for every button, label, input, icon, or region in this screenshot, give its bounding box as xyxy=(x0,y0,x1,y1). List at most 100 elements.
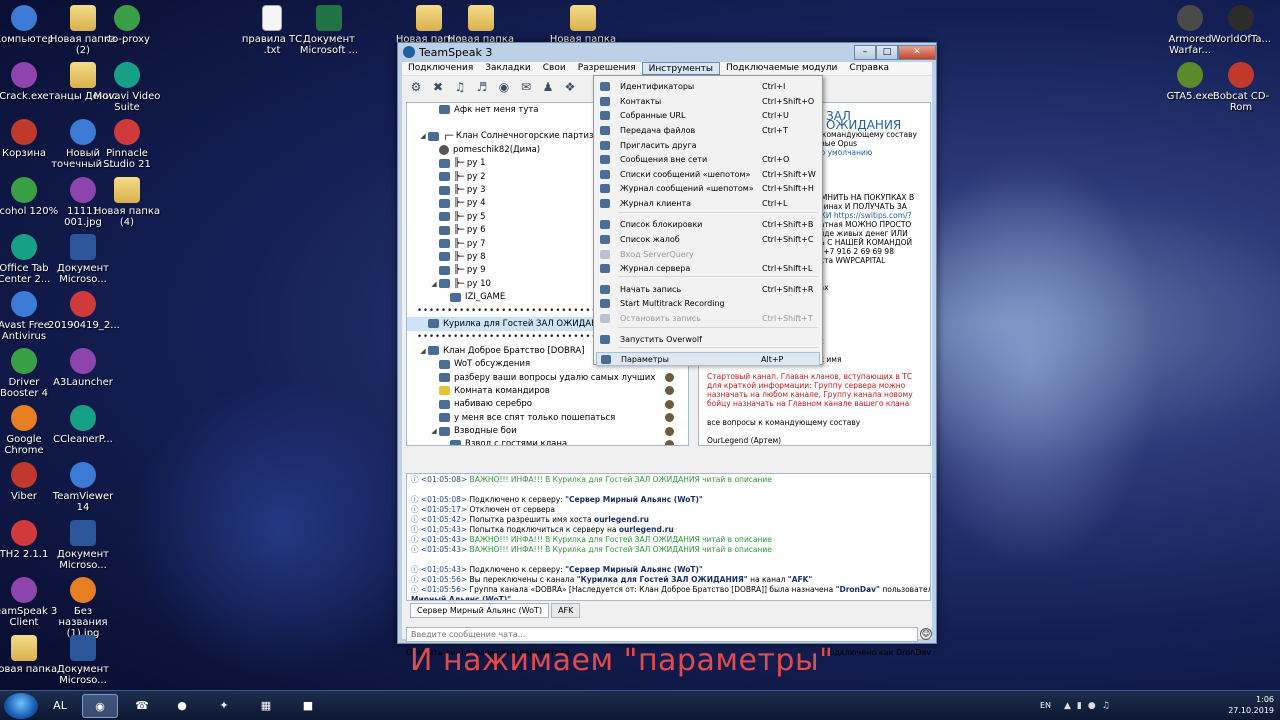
tree-row[interactable]: Взвод с гостями клана xyxy=(407,438,688,445)
chat-icon[interactable]: ✉ xyxy=(518,79,534,95)
start-button[interactable] xyxy=(4,693,38,719)
chat-input[interactable] xyxy=(406,627,918,642)
tree-row[interactable]: у меня все спят только пошепаться xyxy=(407,411,688,424)
desktop-icon[interactable]: Bobcat CD-Rom xyxy=(1206,62,1276,113)
desktop-icon[interactable]: Документ Microso... xyxy=(48,635,118,686)
tree-row[interactable]: набиваю серебро xyxy=(407,398,688,411)
desktop-icon-image xyxy=(114,119,140,145)
desktop-icon[interactable]: Документ Microso... xyxy=(48,234,118,285)
desktop-icon[interactable]: Документ Microso... xyxy=(48,520,118,571)
tree-row[interactable]: Комната командиров xyxy=(407,384,688,397)
menu-item[interactable]: Сообщения вне сети Ctrl+O xyxy=(596,152,820,166)
desktop-icon[interactable]: Новая папка (4) xyxy=(92,177,162,228)
disconnect-icon[interactable]: ✖ xyxy=(430,79,446,95)
menu-item[interactable]: Начать запись Ctrl+Shift+R xyxy=(596,282,820,296)
maximize-button[interactable]: □ xyxy=(876,44,898,60)
taskbar-app-icon[interactable]: ▦ xyxy=(248,694,284,718)
mute-speakers-icon[interactable]: ♬ xyxy=(474,79,490,95)
menu-item-label: Журнал клиента xyxy=(620,198,692,208)
desktop-icon[interactable]: Pinnacle Studio 21 xyxy=(92,119,162,170)
info-footer-line: MEDVEDb347(Александр (Татьяна) xyxy=(707,445,926,446)
menu-item[interactable]: Список жалоб Ctrl+Shift+C xyxy=(596,232,820,246)
desktop-icon[interactable]: Новая папка xyxy=(548,5,618,45)
taskbar-a3-icon[interactable]: AL xyxy=(42,694,78,718)
expand-icon[interactable]: ◢ xyxy=(429,280,439,288)
tree-row[interactable]: разберу ваши вопросы удалю самых лучших xyxy=(407,371,688,384)
window-titlebar[interactable]: TeamSpeak 3 – □ ✕ xyxy=(398,43,936,61)
tray-icons[interactable]: ▲▮●♫ xyxy=(1064,701,1116,711)
menu-7[interactable]: Справка xyxy=(843,62,895,75)
desktop-icon[interactable]: Movavi Video Suite xyxy=(92,62,162,113)
menu-item[interactable]: Списки сообщений «шепотом» Ctrl+Shift+W xyxy=(596,167,820,181)
channel-icon xyxy=(439,386,450,396)
tree-label: ╠─ ру 9 xyxy=(454,265,486,276)
desktop-icon[interactable]: Без названия (1).jpg xyxy=(48,577,118,639)
expand-icon[interactable]: ◢ xyxy=(418,347,428,355)
desktop-icon-label: Документ Microso... xyxy=(57,549,109,571)
taskbar-movavi-icon[interactable]: ✦ xyxy=(206,694,242,718)
menu-6[interactable]: Подключаемые модули xyxy=(720,62,843,75)
expand-icon[interactable]: ◢ xyxy=(418,132,428,140)
info-fragment: нные Opus xyxy=(815,139,858,148)
taskbar-recorder-icon[interactable]: ■ xyxy=(290,694,326,718)
taskbar-teamspeak-icon[interactable]: ◉ xyxy=(82,694,118,718)
chat-bold: "Курилка для Гостей ЗАЛ ОЖИДАНИЯ" xyxy=(576,575,748,584)
menu-item[interactable]: Контакты Ctrl+Shift+O xyxy=(596,94,820,108)
desktop-icon[interactable]: rto-proxy xyxy=(92,5,162,45)
chat-time: <01:05:43> xyxy=(420,525,468,534)
menu-item[interactable]: Собранные URL Ctrl+U xyxy=(596,108,820,122)
tree-label: у меня все спят только пошепаться xyxy=(454,412,616,423)
desktop-icon[interactable]: Документ Microsoft ... xyxy=(294,5,364,56)
channel-icon xyxy=(439,172,450,182)
tree-row[interactable]: ◢ Взводные бои xyxy=(407,424,688,437)
chat-line: ⓘ <01:05:43> Попытка подключиться к серв… xyxy=(411,525,926,535)
menu-item[interactable]: Журнал сообщений «шепотом» Ctrl+Shift+H xyxy=(596,181,820,195)
chat-bold: ourlegend.ru xyxy=(594,515,649,524)
contacts-icon[interactable]: ♟ xyxy=(540,79,556,95)
menu-item[interactable]: Журнал клиента Ctrl+L xyxy=(596,196,820,210)
whisper-icon[interactable]: ❖ xyxy=(562,79,578,95)
desktop-icon[interactable]: 20190419_2... xyxy=(48,291,120,331)
menu-item[interactable]: Пригласить друга xyxy=(596,138,820,152)
menu-item[interactable]: Идентификаторы Ctrl+I xyxy=(596,79,820,93)
menu-item[interactable]: Список блокировки Ctrl+Shift+B xyxy=(596,217,820,231)
taskbar-chrome-icon[interactable]: ● xyxy=(164,694,200,718)
chat-tab[interactable]: AFK xyxy=(551,603,581,618)
menu-item[interactable]: Запустить Overwolf xyxy=(596,332,820,346)
menu-item[interactable]: Start Multitrack Recording xyxy=(596,296,820,310)
info-footer-line: OurLegend (Артем) xyxy=(707,436,782,445)
mute-mic-icon[interactable]: ♫ xyxy=(452,79,468,95)
menu-item[interactable]: Параметры Alt+P xyxy=(596,352,820,366)
info-icon: ⓘ xyxy=(411,505,421,514)
menu-item-label: Контакты xyxy=(620,96,662,106)
away-icon[interactable]: ◉ xyxy=(496,79,512,95)
desktop-icon[interactable]: CCleanerP... xyxy=(48,405,118,445)
clock[interactable]: 1:06 27.10.2019 xyxy=(1228,694,1274,716)
minimize-button[interactable]: – xyxy=(854,44,876,60)
wallpaper-glow-left xyxy=(130,380,430,680)
desktop-icon-label: Bobcat CD-Rom xyxy=(1212,91,1270,113)
menu-3[interactable]: Свои xyxy=(537,62,572,75)
menu-1[interactable]: Подключения xyxy=(402,62,479,75)
menu-2[interactable]: Закладки xyxy=(479,62,537,75)
close-button[interactable]: ✕ xyxy=(898,44,936,60)
chat-text: Попытка подключиться к серверу на xyxy=(469,525,619,534)
desktop-icon[interactable]: Новая папка xyxy=(446,5,516,45)
tree-label: pomeschik82(Дима) xyxy=(453,144,541,155)
desktop-icon[interactable]: TeamViewer 14 xyxy=(48,462,118,513)
menu-5[interactable]: Инструменты xyxy=(641,62,721,75)
menu-item-shortcut: Ctrl+O xyxy=(762,154,790,164)
menu-item[interactable]: Передача файлов Ctrl+T xyxy=(596,123,820,137)
chat-line: ⓘ <01:05:43> Подключено к серверу: "Серв… xyxy=(411,565,926,575)
chat-tab[interactable]: Сервер Мирный Альянс (WoT) xyxy=(410,603,550,618)
desktop-icon[interactable]: A3Launcher xyxy=(48,348,118,388)
emoji-icon[interactable]: ☺ xyxy=(920,628,932,640)
channel-icon xyxy=(450,439,461,445)
desktop-icon[interactable]: WorldOfTa... xyxy=(1206,5,1276,45)
menu-4[interactable]: Разрешения xyxy=(572,62,642,75)
menu-item[interactable]: Журнал сервера Ctrl+Shift+L xyxy=(596,261,820,275)
language-indicator[interactable]: EN xyxy=(1040,701,1051,710)
taskbar-viber-icon[interactable]: ☎ xyxy=(124,694,160,718)
connect-icon[interactable]: ⚙ xyxy=(408,79,424,95)
expand-icon[interactable]: ◢ xyxy=(429,427,439,435)
